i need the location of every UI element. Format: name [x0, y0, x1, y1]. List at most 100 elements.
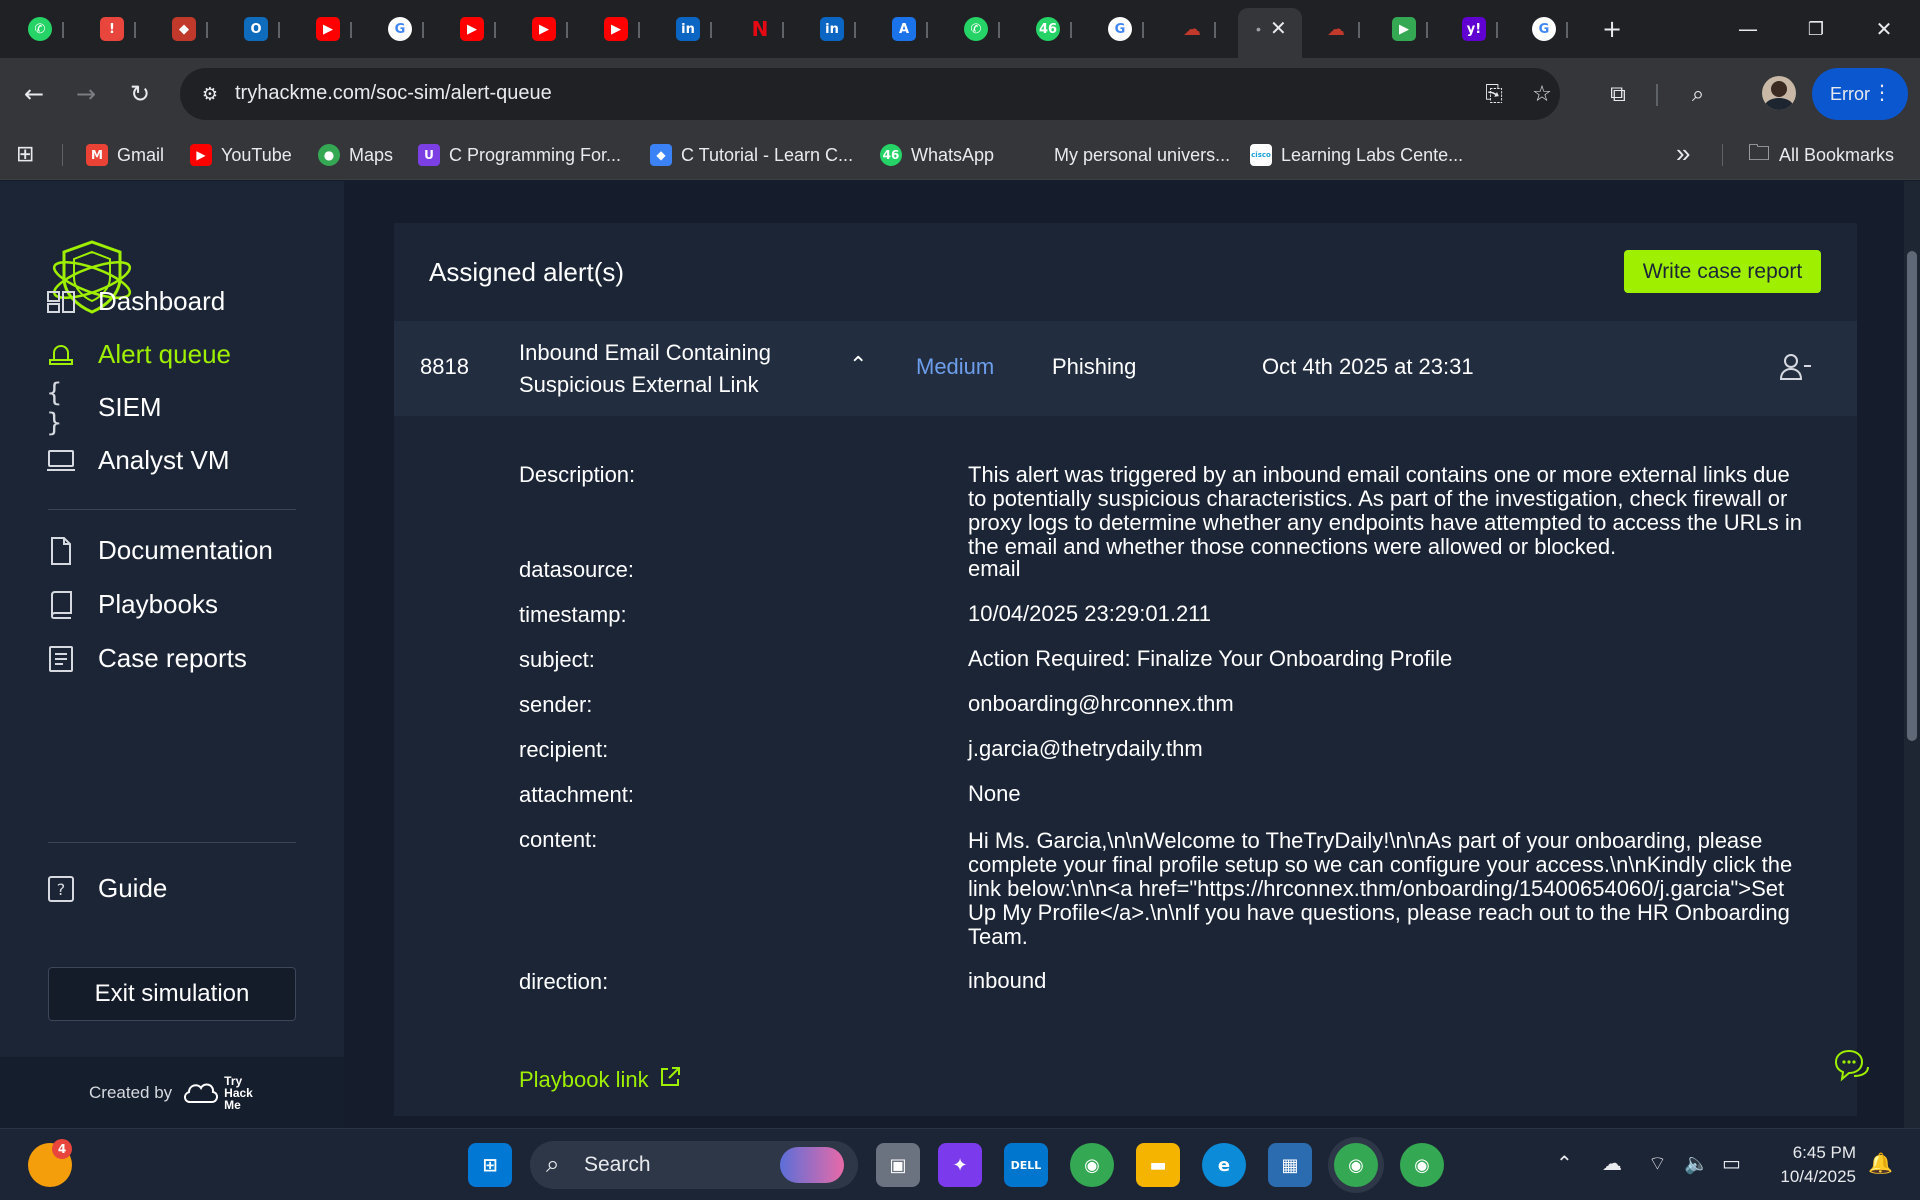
sidebar-item-siem[interactable]: { } SIEM [46, 378, 162, 438]
bookmark-item[interactable]: U C Programming For... [418, 140, 621, 170]
reload-icon[interactable]: ↻ [120, 74, 160, 114]
bookmark-item[interactable]: ◆ C Tutorial - Learn C... [650, 140, 853, 170]
windows-start-icon[interactable]: ⊞ [468, 1143, 512, 1187]
youtube-icon: ▶ [190, 144, 212, 166]
browser-tab[interactable]: ▶ [316, 8, 340, 50]
bookmark-item[interactable]: My personal univers... [1054, 140, 1230, 170]
folder-icon: 🗀 [1748, 141, 1771, 166]
chrome-profile-2-icon[interactable]: ◉ [1400, 1143, 1444, 1187]
dell-icon[interactable]: DELL [1004, 1143, 1048, 1187]
clipboard-icon[interactable]: ⎘ [1480, 80, 1508, 108]
browser-tab[interactable]: ◆ [172, 8, 196, 50]
browser-tab[interactable]: ! [100, 8, 124, 50]
chrome-icon[interactable]: ◉ [1070, 1143, 1114, 1187]
svg-text:?: ? [57, 880, 66, 899]
browser-tab[interactable]: G [388, 8, 412, 50]
alert-row[interactable]: 8818 Inbound Email Containing Suspicious… [394, 321, 1857, 416]
browser-tab[interactable]: ☁ [1324, 8, 1348, 50]
window-close-icon[interactable]: ✕ [1856, 10, 1912, 48]
browser-tab[interactable]: A [892, 8, 916, 50]
screen-search-icon[interactable]: ⌕ [1678, 74, 1718, 114]
back-arrow-icon[interactable]: ← [14, 74, 54, 114]
browser-tab[interactable]: ▶ [1392, 8, 1416, 50]
bookmark-item[interactable]: M Gmail [86, 140, 164, 170]
address-bar[interactable]: ⚙ tryhackme.com/soc-sim/alert-queue ⎘ ☆ [180, 68, 1560, 120]
sidebar-item-dashboard[interactable]: Dashboard [46, 286, 225, 317]
taskbar-search-input[interactable]: ⌕ Search [530, 1141, 858, 1189]
wifi-icon[interactable]: ⌔ [1648, 1151, 1667, 1176]
copilot-icon[interactable]: ✦ [938, 1143, 982, 1187]
chat-support-icon[interactable] [1822, 1036, 1882, 1096]
browser-tab[interactable]: G [1108, 8, 1132, 50]
netflix-icon: N [748, 17, 772, 41]
write-case-report-button[interactable]: Write case report [1624, 250, 1821, 293]
bookmark-item[interactable]: ● Maps [318, 140, 393, 170]
notifications-icon[interactable]: 🔔 [1868, 1151, 1893, 1175]
sidebar-item-label: Dashboard [98, 286, 226, 316]
sidebar-item-analyst-vm[interactable]: Analyst VM [46, 445, 230, 476]
clock-date: 10/4/2025 [1780, 1167, 1856, 1186]
battery-icon[interactable]: ▭ [1722, 1151, 1741, 1175]
browser-tab[interactable]: ✆ [964, 8, 988, 50]
forward-arrow-icon[interactable]: → [66, 74, 106, 114]
browser-tab[interactable]: ▶ [604, 8, 628, 50]
taskbar-clock[interactable]: 6:45 PM 10/4/2025 [1770, 1141, 1856, 1189]
bookmark-item[interactable]: ▶ YouTube [190, 140, 292, 170]
apps-grid-icon[interactable]: ⊞ [16, 142, 34, 167]
browser-tab[interactable]: in [820, 8, 844, 50]
clock-time: 6:45 PM [1792, 1143, 1856, 1162]
show-hidden-icons-icon[interactable]: ⌃ [1556, 1151, 1573, 1175]
detail-label-subject: subject: [519, 647, 595, 672]
sidebar-item-playbooks[interactable]: Playbooks [46, 589, 218, 620]
sidebar-item-documentation[interactable]: Documentation [46, 535, 273, 566]
browser-tab[interactable]: y! [1462, 8, 1486, 50]
kebab-menu-icon[interactable]: ⋮ [1872, 80, 1892, 105]
collapse-chevron-icon[interactable]: ⌃ [849, 353, 867, 378]
active-tab[interactable]: • ✕ [1238, 8, 1302, 58]
browser-tab[interactable]: G [1532, 8, 1556, 50]
profile-error-button[interactable]: Error ⋮ [1812, 68, 1908, 120]
browser-tab[interactable]: ▶ [460, 8, 484, 50]
browser-tab[interactable]: N [748, 8, 772, 50]
sidebar-item-case-reports[interactable]: Case reports [46, 643, 247, 674]
more-bookmarks-icon[interactable]: » [1676, 138, 1690, 169]
bookmark-star-icon[interactable]: ☆ [1528, 80, 1556, 108]
playbook-link[interactable]: Playbook link [519, 1066, 681, 1094]
bookmark-label: C Tutorial - Learn C... [681, 144, 854, 165]
site-info-icon[interactable]: ⚙ [196, 80, 224, 108]
onedrive-error-icon[interactable]: ☁ [1602, 1151, 1622, 1175]
bookmark-item[interactable]: 46 WhatsApp [880, 140, 994, 170]
exit-simulation-button[interactable]: Exit simulation [48, 967, 296, 1021]
browser-tab[interactable]: ✆ [28, 8, 52, 50]
weather-widget-icon[interactable]: 4 [28, 1139, 72, 1187]
tab-close-icon[interactable]: ✕ [1270, 16, 1287, 40]
whatsapp-badge-icon: 46 [1036, 17, 1060, 41]
minimize-icon[interactable]: — [1720, 10, 1776, 48]
restore-icon[interactable]: ❐ [1788, 10, 1844, 48]
task-view-icon[interactable]: ▣ [876, 1143, 920, 1187]
tryhackme-cloud-icon: ☁ [1324, 17, 1348, 41]
browser-tab-strip: ✆! ◆ O ▶ G ▶ ▶ ▶ in Nin A ✆ 46 G ☁ ☁ ▶ y! G • ✕ + — ❐ ✕ [0, 0, 1920, 58]
browser-tab[interactable]: ▶ [532, 8, 556, 50]
scrollbar-thumb[interactable] [1907, 251, 1917, 741]
sidebar-item-guide[interactable]: ? Guide [46, 873, 167, 904]
all-bookmarks-button[interactable]: 🗀 All Bookmarks [1748, 140, 1894, 170]
chrome-profile-icon[interactable]: ◉ [1334, 1143, 1378, 1187]
extensions-icon[interactable]: ⧉ [1598, 74, 1638, 114]
browser-tab[interactable]: O [244, 8, 268, 50]
ms-store-icon[interactable]: ▦ [1268, 1143, 1312, 1187]
page-scrollbar[interactable] [1904, 181, 1920, 1128]
avatar[interactable] [1762, 76, 1796, 110]
new-tab-button[interactable]: + [1584, 10, 1640, 48]
bookmark-item[interactable]: cisco Learning Labs Cente... [1250, 140, 1463, 170]
tryhackme-wordmark-icon[interactable]: Try Hack Me [182, 1075, 253, 1111]
edge-icon[interactable]: e [1202, 1143, 1246, 1187]
unassign-user-icon[interactable] [1779, 353, 1812, 386]
browser-tab[interactable]: 46 [1036, 8, 1060, 50]
url-text[interactable]: tryhackme.com/soc-sim/alert-queue [235, 82, 552, 105]
volume-icon[interactable]: 🔈 [1684, 1151, 1709, 1175]
file-explorer-icon[interactable]: ▬ [1136, 1143, 1180, 1187]
sidebar-item-alert-queue[interactable]: Alert queue [46, 339, 231, 370]
browser-tab[interactable]: ☁ [1180, 8, 1204, 50]
browser-tab[interactable]: in [676, 8, 700, 50]
